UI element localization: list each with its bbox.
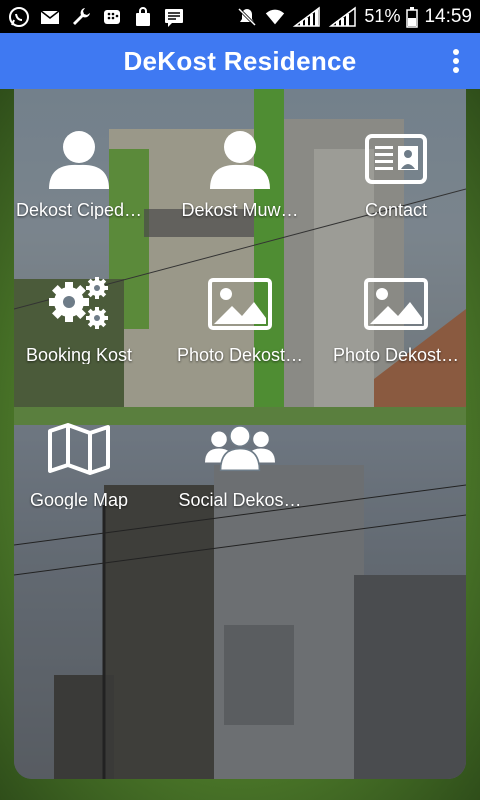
tile-label: Contact — [364, 199, 428, 219]
contact-card-icon — [361, 127, 431, 192]
battery-icon — [406, 6, 419, 28]
gears-icon — [44, 272, 114, 337]
tile-label: Booking Kost — [25, 344, 133, 364]
tile-photo-dekost-1[interactable]: Photo Dekost… — [165, 234, 315, 364]
tile-contact[interactable]: Contact — [321, 89, 471, 219]
map-icon — [44, 417, 114, 482]
tile-label: Photo Dekost… — [332, 344, 460, 364]
person-icon — [205, 127, 275, 192]
tile-dekost-cipedak[interactable]: Dekost Ciped… — [4, 89, 154, 219]
image-icon — [205, 272, 275, 337]
message-icon — [163, 6, 185, 28]
group-icon — [205, 417, 275, 482]
wifi-icon — [264, 6, 286, 28]
person-icon — [44, 127, 114, 192]
tile-label: Dekost Muw… — [181, 199, 299, 219]
tile-label: Google Map — [29, 489, 129, 509]
tile-label: Dekost Ciped… — [15, 199, 143, 219]
home-content: Dekost Ciped… Dekost Muw… Contact Bookin… — [0, 89, 480, 800]
image-icon — [361, 272, 431, 337]
system-icons: 51% 14:59 — [236, 6, 472, 28]
whatsapp-icon — [8, 6, 30, 28]
tile-label: Photo Dekost… — [176, 344, 304, 364]
app-title: DeKost Residence — [123, 45, 357, 76]
shopping-bag-icon — [132, 6, 154, 28]
mute-icon — [236, 6, 258, 28]
app-bar: DeKost Residence — [0, 33, 480, 89]
wrench-icon — [70, 6, 92, 28]
notification-icons — [8, 6, 185, 28]
overflow-menu-icon[interactable] — [446, 45, 466, 77]
bbm-icon — [101, 6, 123, 28]
tile-photo-dekost-2[interactable]: Photo Dekost… — [321, 234, 471, 364]
tile-social-dekost[interactable]: Social Dekos… — [165, 379, 315, 509]
tile-booking-kost[interactable]: Booking Kost — [4, 234, 154, 364]
clock: 14:59 — [424, 5, 472, 27]
tile-google-map[interactable]: Google Map — [4, 379, 154, 509]
signal-icon — [328, 6, 358, 28]
signal-icon — [292, 6, 322, 28]
status-bar: 51% 14:59 — [0, 0, 480, 33]
tile-label: Social Dekos… — [178, 489, 302, 509]
mail-icon — [39, 6, 61, 28]
tile-dekost-muwardi[interactable]: Dekost Muw… — [165, 89, 315, 219]
battery-percent: 51% — [364, 6, 401, 26]
